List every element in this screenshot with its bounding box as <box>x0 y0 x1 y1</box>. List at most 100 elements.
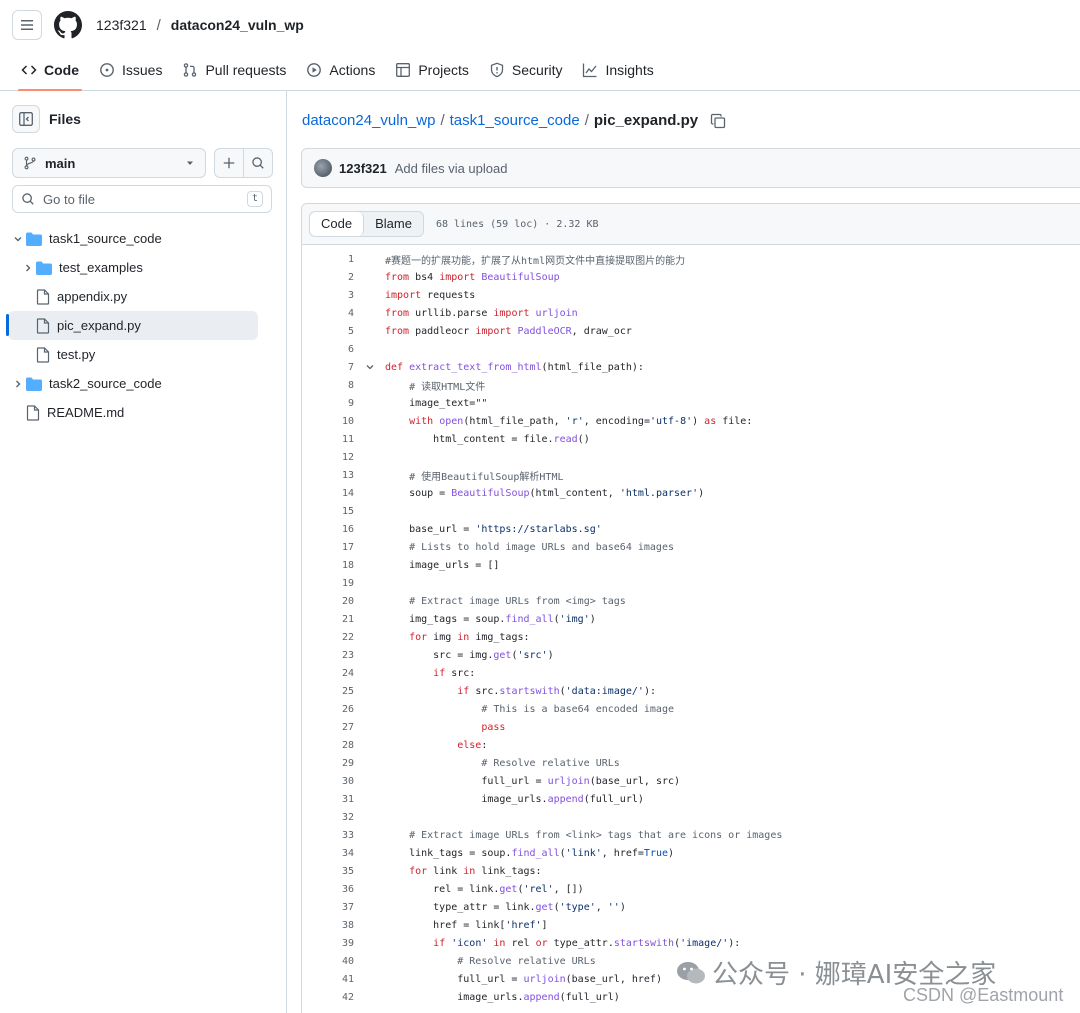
code-text: soup = BeautifulSoup(html_content, 'html… <box>385 487 705 499</box>
tab-projects[interactable]: Projects <box>386 50 478 90</box>
line-number[interactable]: 22 <box>302 632 354 643</box>
repo-nav-tabs: Code Issues Pull requests Actions Projec… <box>0 50 1080 91</box>
tree-item-appendix-py[interactable]: appendix.py <box>8 282 258 311</box>
plus-icon <box>223 157 235 169</box>
line-number[interactable]: 27 <box>302 722 354 733</box>
line-number[interactable]: 42 <box>302 992 354 1003</box>
breadcrumb-repo-link[interactable]: datacon24_vuln_wp <box>302 112 435 129</box>
tab-issues[interactable]: Issues <box>90 50 171 90</box>
code-line: 11 html_content = file.read() <box>302 430 1080 448</box>
github-logo-icon[interactable] <box>54 11 82 39</box>
code-line: 23 src = img.get('src') <box>302 646 1080 664</box>
shield-icon <box>490 62 504 78</box>
avatar[interactable] <box>314 159 332 177</box>
chevron-down-icon[interactable] <box>365 362 375 372</box>
line-number[interactable]: 10 <box>302 416 354 427</box>
line-number[interactable]: 28 <box>302 740 354 751</box>
tree-item-readme-md[interactable]: README.md <box>8 398 258 427</box>
tree-item-task1-source-code[interactable]: task1_source_code <box>8 224 258 253</box>
chevron-right-icon <box>26 264 31 271</box>
line-number[interactable]: 3 <box>302 290 354 301</box>
tree-item-test-examples[interactable]: test_examples <box>8 253 258 282</box>
code-icon <box>21 65 37 75</box>
code-text: type_attr = link.get('type', '') <box>385 901 626 913</box>
line-number[interactable]: 40 <box>302 956 354 967</box>
collapse-sidebar-button[interactable] <box>12 105 40 133</box>
code-line: 15 <box>302 502 1080 520</box>
line-number[interactable]: 32 <box>302 812 354 823</box>
line-number[interactable]: 19 <box>302 578 354 589</box>
tree-item-task2-source-code[interactable]: task2_source_code <box>8 369 258 398</box>
tab-insights[interactable]: Insights <box>573 50 662 90</box>
line-number[interactable]: 30 <box>302 776 354 787</box>
repo-owner-link[interactable]: 123f321 <box>96 17 147 33</box>
repo-name-link[interactable]: datacon24_vuln_wp <box>171 17 304 33</box>
csdn-watermark: CSDN @Eastmount <box>903 985 1064 1005</box>
line-number[interactable]: 31 <box>302 794 354 805</box>
code-view-button[interactable]: Code <box>310 212 365 236</box>
commit-message[interactable]: Add files via upload <box>395 161 508 176</box>
branch-selector[interactable]: main <box>12 148 206 178</box>
line-number[interactable]: 2 <box>302 272 354 283</box>
line-number[interactable]: 6 <box>302 344 354 355</box>
tree-item-test-py[interactable]: test.py <box>8 340 258 369</box>
code-viewer-header: Code Blame 68 lines (59 loc) · 2.32 KB <box>302 204 1080 245</box>
line-number[interactable]: 24 <box>302 668 354 679</box>
line-number[interactable]: 25 <box>302 686 354 697</box>
copy-icon[interactable] <box>710 113 726 129</box>
line-number[interactable]: 17 <box>302 542 354 553</box>
tab-security[interactable]: Security <box>480 50 572 90</box>
tab-pull-requests[interactable]: Pull requests <box>173 50 295 90</box>
blame-view-button[interactable]: Blame <box>364 212 423 236</box>
line-number[interactable]: 18 <box>302 560 354 571</box>
sidebar-collapse-icon <box>19 112 33 126</box>
line-number[interactable]: 14 <box>302 488 354 499</box>
code-line: 1 #赛题一的扩展功能，扩展了从html网页文件中直接提取图片的能力 <box>302 250 1080 268</box>
line-number[interactable]: 33 <box>302 830 354 841</box>
code-line: 7 def extract_text_from_html(html_file_pa… <box>302 358 1080 376</box>
line-number[interactable]: 11 <box>302 434 354 445</box>
search-files-button[interactable] <box>244 149 272 177</box>
tree-item-label: appendix.py <box>57 289 128 304</box>
line-number[interactable]: 9 <box>302 398 354 409</box>
code-text: pass <box>481 721 506 733</box>
line-number[interactable]: 39 <box>302 938 354 949</box>
go-to-file-input[interactable]: Go to file t <box>12 185 272 213</box>
code-line: 14 soup = BeautifulSoup(html_content, 'h… <box>302 484 1080 502</box>
tab-actions[interactable]: Actions <box>297 50 384 90</box>
code-line: 25 if src.startswith('data:image/'): <box>302 682 1080 700</box>
line-number[interactable]: 16 <box>302 524 354 535</box>
line-number[interactable]: 20 <box>302 596 354 607</box>
line-number[interactable]: 13 <box>302 470 354 481</box>
line-number[interactable]: 36 <box>302 884 354 895</box>
code-text: img_tags = soup.find_all('img') <box>385 613 596 625</box>
line-number[interactable]: 41 <box>302 974 354 985</box>
tree-item-pic-expand-py[interactable]: pic_expand.py <box>6 311 258 340</box>
line-number[interactable]: 26 <box>302 704 354 715</box>
line-number[interactable]: 29 <box>302 758 354 769</box>
tab-code[interactable]: Code <box>12 50 88 91</box>
commit-author[interactable]: 123f321 <box>339 161 387 176</box>
line-number[interactable]: 37 <box>302 902 354 913</box>
graph-icon <box>583 63 597 78</box>
line-number[interactable]: 35 <box>302 866 354 877</box>
line-number[interactable]: 34 <box>302 848 354 859</box>
line-number[interactable]: 7 <box>302 362 354 373</box>
line-number[interactable]: 1 <box>302 254 354 265</box>
breadcrumb-folder-link[interactable]: task1_source_code <box>450 112 580 129</box>
line-number[interactable]: 23 <box>302 650 354 661</box>
fold-gutter[interactable] <box>354 362 385 372</box>
line-number[interactable]: 8 <box>302 380 354 391</box>
line-number[interactable]: 4 <box>302 308 354 319</box>
line-number[interactable]: 38 <box>302 920 354 931</box>
code-line: 18 image_urls = [] <box>302 556 1080 574</box>
table-icon <box>396 63 411 77</box>
add-file-button[interactable] <box>215 149 244 177</box>
code-text: # This is a base64 encoded image <box>481 703 674 715</box>
menu-button[interactable] <box>12 10 42 40</box>
line-number[interactable]: 15 <box>302 506 354 517</box>
line-number[interactable]: 12 <box>302 452 354 463</box>
line-number[interactable]: 5 <box>302 326 354 337</box>
line-number[interactable]: 21 <box>302 614 354 625</box>
code-line: 38 href = link['href'] <box>302 916 1080 934</box>
